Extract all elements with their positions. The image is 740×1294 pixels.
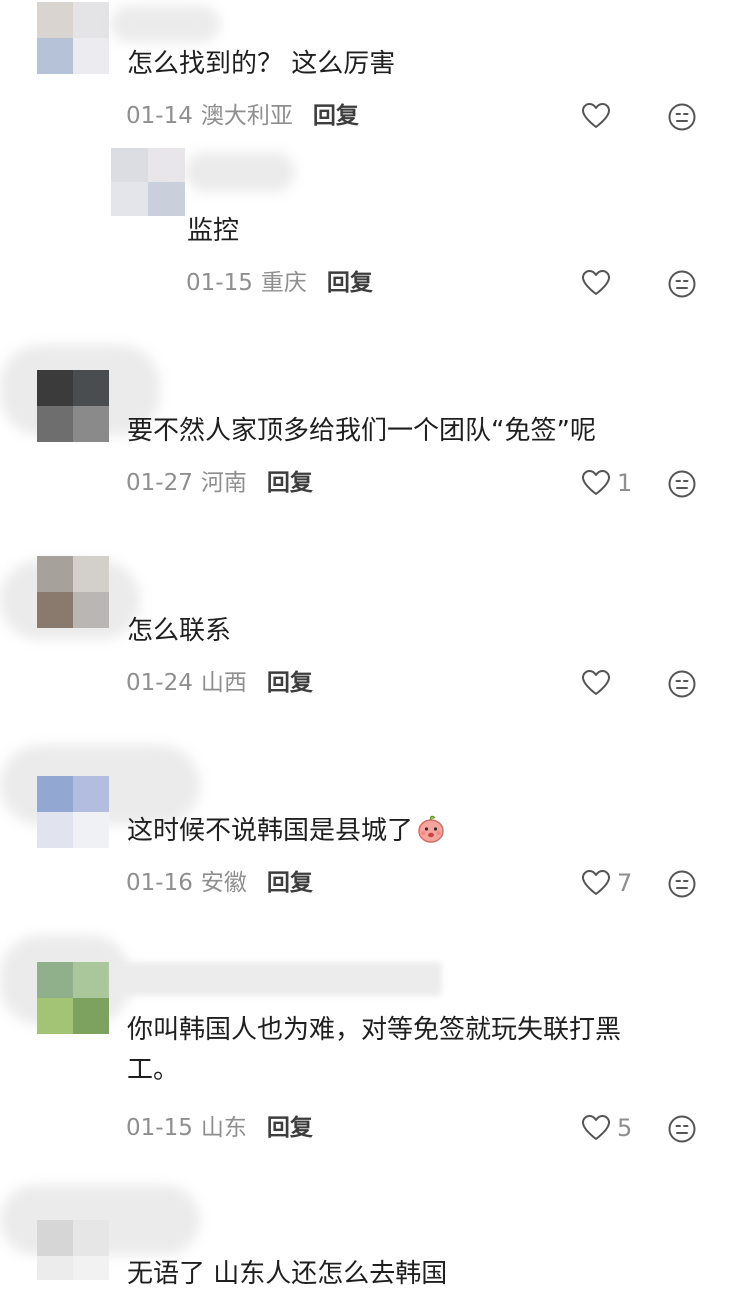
heart-icon: [582, 470, 610, 495]
like-button[interactable]: [581, 263, 617, 303]
comment-date: 01-15: [126, 1115, 193, 1141]
unhappy-face-icon: [668, 670, 696, 698]
unhappy-face-icon: [668, 870, 696, 898]
comment-text: 监控: [187, 216, 240, 246]
comment-meta: 01-15 重庆 回复: [186, 263, 373, 303]
like-count: 5: [617, 1114, 633, 1142]
comment-meta: 01-15 山东 回复: [126, 1108, 313, 1148]
avatar[interactable]: [37, 370, 109, 442]
comment-text: 怎么找到的？ 这么厉害: [127, 49, 396, 79]
comment-meta: 01-14 澳大利亚 回复: [126, 96, 359, 136]
avatar[interactable]: [37, 1220, 109, 1280]
comment-text-content: 这时候不说韩国是县城了: [127, 816, 414, 846]
dislike-button[interactable]: [668, 470, 696, 498]
comment-location: 安徽: [200, 870, 247, 896]
username-blur: [110, 6, 220, 42]
heart-icon: [582, 1115, 610, 1140]
dislike-button[interactable]: [668, 870, 696, 898]
avatar[interactable]: [37, 776, 109, 848]
reply-button[interactable]: 回复: [327, 270, 373, 296]
comment-location: 山东: [200, 1115, 247, 1141]
reply-button[interactable]: 回复: [313, 103, 359, 129]
comment-meta: 01-27 河南 回复: [126, 463, 313, 503]
comment-text: 这时候不说韩国是县城了: [127, 811, 447, 851]
avatar[interactable]: [111, 148, 185, 216]
dislike-button[interactable]: [668, 270, 696, 298]
reply-button[interactable]: 回复: [267, 670, 313, 696]
reply-button[interactable]: 回复: [267, 470, 313, 496]
like-button[interactable]: 5: [581, 1108, 632, 1148]
avatar[interactable]: [37, 556, 109, 628]
comment-location: 山西: [200, 670, 247, 696]
dislike-button[interactable]: [668, 1115, 696, 1143]
reply-button[interactable]: 回复: [267, 870, 313, 896]
comment-date: 01-15: [186, 270, 253, 296]
comment-location: 重庆: [260, 270, 307, 296]
like-count: 1: [617, 469, 633, 497]
avatar[interactable]: [37, 962, 109, 1034]
peach-face-emoji: [418, 815, 444, 843]
comment-date: 01-16: [126, 870, 193, 896]
unhappy-face-icon: [668, 270, 696, 298]
comment-text-line: 你叫韩国人也为难，对等免签就玩失联打黑: [127, 1015, 622, 1045]
comment-text-line: 工。: [127, 1055, 180, 1085]
comment-location: 河南: [200, 470, 247, 496]
like-button[interactable]: [581, 663, 617, 703]
unhappy-face-icon: [668, 470, 696, 498]
username-blur: [185, 152, 295, 192]
like-button[interactable]: 7: [581, 863, 632, 903]
like-button[interactable]: [581, 96, 617, 136]
comment-meta: 01-16 安徽 回复: [126, 863, 313, 903]
unhappy-face-icon: [668, 1115, 696, 1143]
comment-text: 无语了 山东人还怎么去韩国: [127, 1259, 448, 1289]
comment-date: 01-24: [126, 670, 193, 696]
comment-text: 要不然人家顶多给我们一个团队“免签”呢: [127, 416, 596, 446]
comment-text: 你叫韩国人也为难，对等免签就玩失联打黑 工。: [127, 1010, 621, 1090]
comment-text: 怎么联系: [127, 616, 232, 646]
heart-icon: [582, 270, 610, 295]
heart-icon: [582, 870, 610, 895]
comment-date: 01-14: [126, 103, 193, 129]
comment-location: 澳大利亚: [200, 103, 293, 129]
username-blur: [112, 962, 442, 996]
like-count: 7: [617, 869, 633, 897]
unhappy-face-icon: [668, 103, 696, 131]
heart-icon: [582, 103, 610, 128]
dislike-button[interactable]: [668, 103, 696, 131]
heart-icon: [582, 670, 610, 695]
avatar[interactable]: [37, 2, 109, 74]
like-button[interactable]: 1: [581, 463, 632, 503]
comment-date: 01-27: [126, 470, 193, 496]
reply-button[interactable]: 回复: [267, 1115, 313, 1141]
comment-meta: 01-24 山西 回复: [126, 663, 313, 703]
dislike-button[interactable]: [668, 670, 696, 698]
